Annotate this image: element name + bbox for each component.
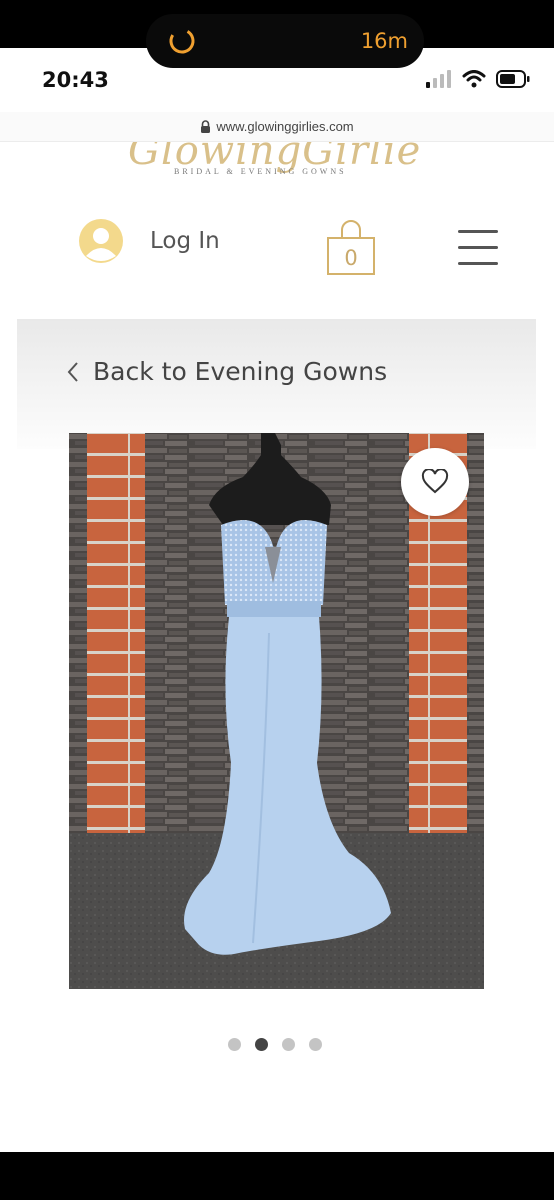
back-bar: Back to Evening Gowns (17, 319, 536, 449)
login-button[interactable]: Log In (78, 218, 220, 264)
gown-photo (69, 433, 484, 989)
user-avatar-icon (79, 219, 123, 263)
back-link[interactable]: Back to Evening Gowns (67, 357, 387, 386)
menu-bar (458, 262, 498, 265)
status-icons (426, 70, 530, 88)
signal-icon (426, 70, 451, 88)
product-image[interactable] (69, 433, 484, 989)
phone-screen: 20:43 www.glowinggirlies.com GlowingGirl… (0, 48, 554, 1152)
lock-icon (201, 120, 211, 133)
login-label: Log In (150, 228, 220, 254)
url-text: www.glowinggirlies.com (216, 119, 354, 134)
gallery-pagination (228, 1038, 322, 1051)
back-label: Back to Evening Gowns (93, 357, 388, 386)
gallery-dot[interactable] (228, 1038, 241, 1051)
gallery-dot[interactable] (255, 1038, 268, 1051)
menu-bar (458, 230, 498, 233)
chevron-left-icon (67, 361, 78, 382)
heart-icon (421, 469, 449, 494)
wifi-icon (462, 70, 486, 88)
menu-button[interactable] (458, 230, 498, 268)
cart-count: 0 (344, 246, 358, 270)
gallery-dot[interactable] (309, 1038, 322, 1051)
battery-icon (496, 70, 530, 88)
cart-button[interactable]: 0 (326, 220, 376, 276)
timer-icon (169, 28, 195, 54)
wishlist-button[interactable] (401, 448, 469, 516)
gallery-dot[interactable] (282, 1038, 295, 1051)
status-time: 20:43 (42, 68, 109, 92)
menu-bar (458, 246, 498, 249)
site-logo[interactable]: GlowingGirlies BRIDAL & EVENING GOWNS (120, 142, 420, 184)
address-bar[interactable]: www.glowinggirlies.com (0, 112, 554, 142)
recording-indicator[interactable]: 16m (146, 14, 424, 68)
recording-timer: 16m (360, 29, 408, 53)
logo-tagline: BRIDAL & EVENING GOWNS (174, 167, 347, 176)
bottom-frame (0, 1152, 554, 1200)
